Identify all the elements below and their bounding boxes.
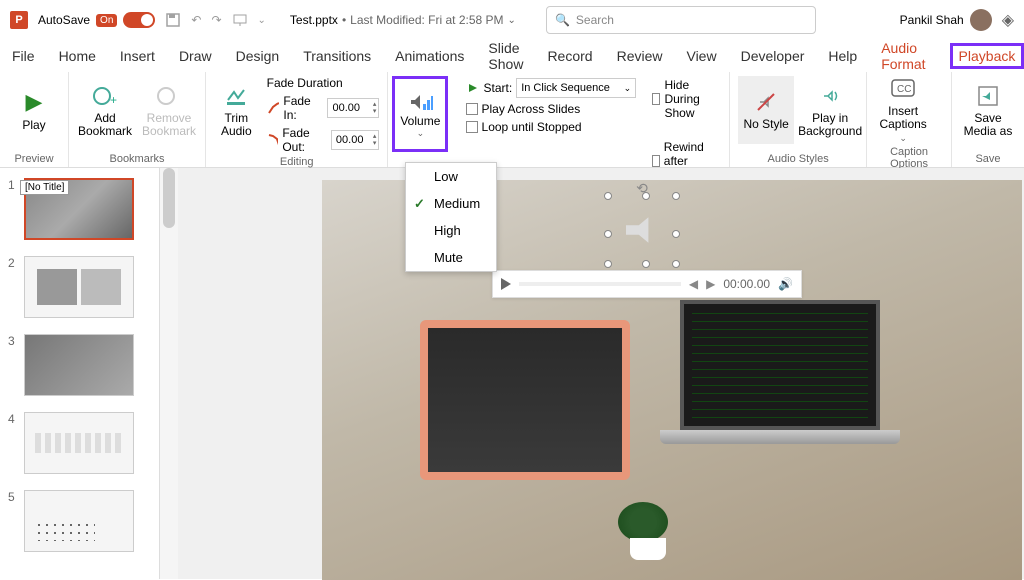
tab-slideshow[interactable]: Slide Show bbox=[488, 40, 523, 72]
volume-icon bbox=[407, 90, 433, 114]
redo-icon[interactable]: ↷ bbox=[211, 13, 221, 27]
document-title[interactable]: Test.pptx • Last Modified: Fri at 2:58 P… bbox=[290, 13, 516, 27]
no-style-button[interactable]: No Style bbox=[738, 76, 794, 144]
title-bar: P AutoSave On ↶ ↷ ⌄ Test.pptx • Last Mod… bbox=[0, 0, 1024, 40]
tab-view[interactable]: View bbox=[686, 48, 716, 64]
svg-text:CC: CC bbox=[897, 84, 911, 95]
rewind-checkbox[interactable] bbox=[652, 155, 660, 167]
qat-dropdown-icon[interactable]: ⌄ bbox=[258, 15, 266, 26]
tab-file[interactable]: File bbox=[12, 48, 35, 64]
slide-thumbnail-3[interactable]: 3 bbox=[8, 334, 151, 396]
svg-text:+: + bbox=[110, 93, 117, 106]
avatar bbox=[970, 9, 992, 31]
ribbon-tabs: File Home Insert Draw Design Transitions… bbox=[0, 40, 1024, 72]
save-media-button[interactable]: Save Media as bbox=[960, 76, 1016, 144]
tab-developer[interactable]: Developer bbox=[741, 48, 805, 64]
autosave-label: AutoSave bbox=[38, 13, 90, 27]
undo-icon[interactable]: ↶ bbox=[191, 13, 201, 27]
slide-thumbnail-4[interactable]: 4 bbox=[8, 412, 151, 474]
account-button[interactable]: Pankil Shah bbox=[900, 9, 992, 31]
fade-in-input[interactable]: 00.00 bbox=[327, 98, 379, 118]
tab-home[interactable]: Home bbox=[59, 48, 96, 64]
save-icon[interactable] bbox=[165, 12, 181, 28]
plant-graphic bbox=[618, 502, 678, 562]
chevron-down-icon[interactable]: ⌄ bbox=[508, 15, 516, 26]
tab-animations[interactable]: Animations bbox=[395, 48, 464, 64]
add-bookmark-button[interactable]: + Add Bookmark bbox=[77, 76, 133, 144]
slide-panel: 1 [No Title] 2 3 4 5 bbox=[0, 168, 160, 579]
volume-low[interactable]: Low bbox=[406, 163, 496, 190]
tab-design[interactable]: Design bbox=[236, 48, 280, 64]
play-icon: ▶ bbox=[20, 88, 48, 116]
tab-audio-format[interactable]: Audio Format bbox=[881, 40, 925, 72]
fade-duration-label: Fade Duration bbox=[267, 76, 380, 90]
play-background-button[interactable]: Play in Background bbox=[802, 76, 858, 144]
autosave-toggle[interactable]: AutoSave On bbox=[38, 12, 155, 28]
slide-thumbnail-2[interactable]: 2 bbox=[8, 256, 151, 318]
tab-help[interactable]: Help bbox=[828, 48, 857, 64]
no-style-icon bbox=[752, 88, 780, 116]
player-play-button[interactable] bbox=[501, 278, 511, 290]
laptop-graphic bbox=[680, 300, 900, 460]
trim-audio-button[interactable]: Trim Audio bbox=[214, 76, 259, 144]
vertical-scrollbar[interactable] bbox=[160, 168, 178, 579]
add-bookmark-icon: + bbox=[91, 82, 119, 110]
audio-player: ◀ ▶ 00:00.00 🔊 bbox=[492, 270, 802, 298]
monitor-graphic bbox=[420, 320, 630, 480]
no-title-tooltip: [No Title] bbox=[20, 180, 69, 195]
save-media-icon bbox=[974, 82, 1002, 110]
remove-bookmark-icon bbox=[155, 82, 183, 110]
volume-high[interactable]: High bbox=[406, 217, 496, 244]
tab-insert[interactable]: Insert bbox=[120, 48, 155, 64]
remove-bookmark-button: Remove Bookmark bbox=[141, 76, 197, 144]
loop-checkbox[interactable] bbox=[466, 121, 478, 133]
volume-button-highlight: Volume ⌄ bbox=[392, 76, 448, 152]
tab-transitions[interactable]: Transitions bbox=[303, 48, 371, 64]
hide-checkbox[interactable] bbox=[652, 93, 660, 105]
trim-audio-icon bbox=[222, 82, 250, 110]
start-select[interactable]: In Click Sequence⌄ bbox=[516, 78, 636, 98]
captions-icon: CC bbox=[889, 76, 917, 103]
tab-playback[interactable]: Playback bbox=[950, 43, 1024, 69]
start-icon bbox=[466, 81, 480, 95]
player-volume-icon[interactable]: 🔊 bbox=[778, 277, 793, 291]
fade-out-input[interactable]: 00.00 bbox=[331, 130, 379, 150]
volume-medium[interactable]: Medium bbox=[406, 190, 496, 217]
slide-thumbnail-1[interactable]: 1 [No Title] bbox=[8, 178, 151, 240]
volume-mute[interactable]: Mute bbox=[406, 244, 496, 271]
play-background-icon bbox=[816, 82, 844, 110]
audio-object[interactable]: ⟲ bbox=[612, 200, 672, 260]
insert-captions-button[interactable]: CC Insert Captions ⌄ bbox=[875, 76, 931, 144]
fade-in-icon bbox=[267, 101, 280, 115]
search-input[interactable]: 🔍 Search bbox=[546, 6, 816, 34]
chevron-down-icon: ⌄ bbox=[417, 128, 425, 139]
play-button[interactable]: ▶ Play bbox=[8, 76, 60, 144]
player-prev-icon[interactable]: ◀ bbox=[689, 277, 698, 291]
fade-out-icon bbox=[267, 133, 279, 147]
player-next-icon[interactable]: ▶ bbox=[706, 277, 715, 291]
diamond-icon[interactable]: ◈ bbox=[1002, 10, 1014, 30]
search-icon: 🔍 bbox=[555, 13, 570, 27]
ribbon: ▶ Play Preview + Add Bookmark Remove Boo… bbox=[0, 72, 1024, 168]
tab-draw[interactable]: Draw bbox=[179, 48, 212, 64]
player-time: 00:00.00 bbox=[723, 277, 770, 291]
slide-thumbnail-5[interactable]: 5 bbox=[8, 490, 151, 552]
toggle-switch[interactable] bbox=[123, 12, 155, 28]
present-icon[interactable] bbox=[232, 12, 248, 28]
autosave-state: On bbox=[96, 14, 117, 27]
tab-review[interactable]: Review bbox=[617, 48, 663, 64]
player-seek-track[interactable] bbox=[519, 282, 681, 286]
volume-button[interactable]: Volume ⌄ bbox=[397, 81, 443, 147]
powerpoint-icon: P bbox=[10, 11, 28, 29]
volume-menu: Low Medium High Mute bbox=[405, 162, 497, 272]
tab-record[interactable]: Record bbox=[547, 48, 592, 64]
play-across-checkbox[interactable] bbox=[466, 103, 478, 115]
